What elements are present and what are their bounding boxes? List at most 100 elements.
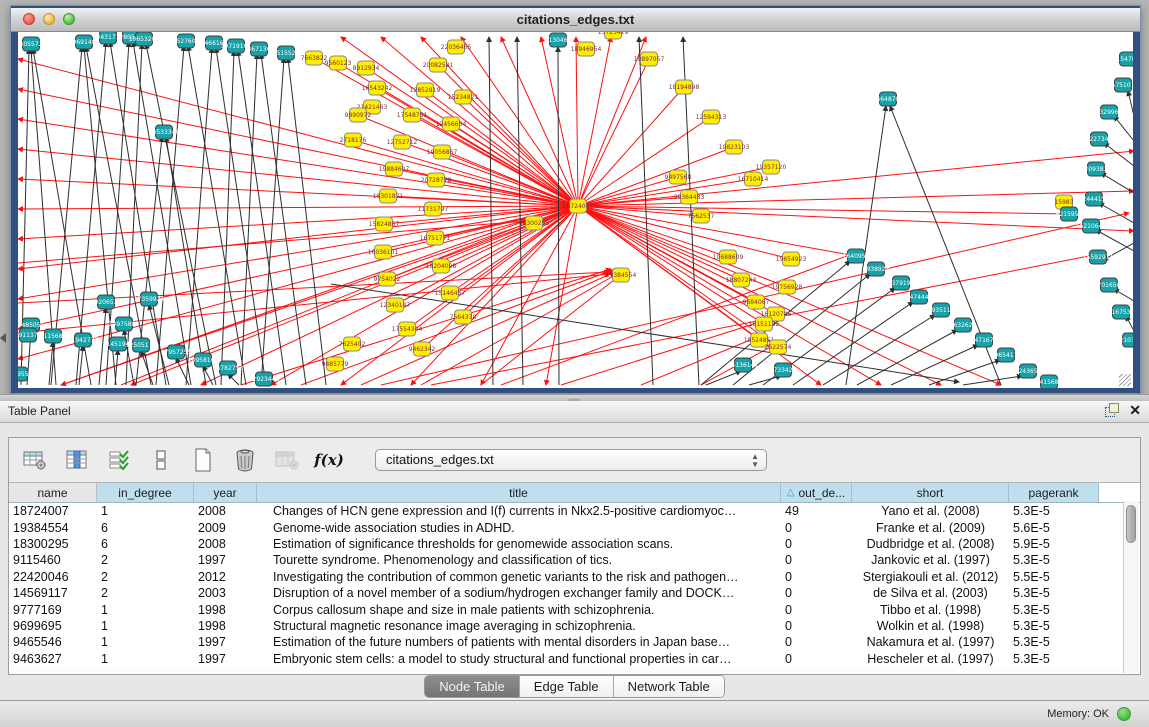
graph-node[interactable]: 16036101 [368, 245, 399, 259]
graph-node[interactable]: 16751771 [420, 231, 451, 245]
table-cell[interactable]: 2012 [194, 570, 257, 584]
graph-edge[interactable] [578, 147, 734, 206]
table-row[interactable]: 1830029562008Estimation of significance … [9, 536, 1140, 552]
table-settings-icon[interactable] [21, 445, 49, 475]
graph-node[interactable]: 9560123 [325, 56, 352, 70]
table-cell[interactable]: 0 [781, 553, 852, 567]
network-window-titlebar[interactable]: citations_edges.txt [11, 8, 1140, 32]
table-cell[interactable]: Franke et al. (2009) [852, 521, 1009, 535]
graph-edge[interactable] [106, 42, 129, 385]
graph-node[interactable]: 1167533 [1108, 305, 1133, 319]
graph-node[interactable]: 19056867 [427, 145, 458, 159]
graph-edge[interactable] [18, 206, 578, 299]
table-cell[interactable]: 9699695 [9, 619, 97, 633]
table-cell[interactable]: 0 [781, 652, 852, 666]
table-cell[interactable]: Jankovic et al. (1997) [852, 553, 1009, 567]
graph-node[interactable]: 18194898 [669, 80, 700, 94]
table-cell[interactable]: 9463627 [9, 652, 97, 666]
graph-node[interactable]: 20533346 [149, 125, 180, 139]
graph-node[interactable]: 17554344 [392, 322, 423, 336]
graph-edge[interactable] [1101, 173, 1133, 193]
graph-node[interactable]: 8938923 [863, 262, 890, 276]
graph-node[interactable]: 8471676 [971, 333, 998, 347]
table-cell[interactable]: 5.3E-5 [1009, 553, 1099, 567]
delete-table-icon[interactable] [231, 445, 259, 475]
graph-node[interactable]: 9329966 [1096, 105, 1123, 119]
table-cell[interactable]: 1 [97, 652, 194, 666]
table-cell[interactable]: Corpus callosum shape and size in male p… [257, 603, 781, 617]
graph-edge[interactable] [1114, 116, 1133, 141]
graph-node[interactable]: 14055724 [18, 37, 46, 51]
table-cell[interactable]: 0 [781, 570, 852, 584]
table-cell[interactable]: 5.3E-5 [1009, 619, 1099, 633]
graph-edge[interactable] [49, 342, 53, 385]
tab-network-table[interactable]: Network Table [614, 676, 724, 697]
graph-node[interactable]: 9227343 [1086, 132, 1113, 146]
horizontal-splitter[interactable] [0, 394, 1149, 401]
graph-node[interactable]: 16210643 [1076, 219, 1107, 233]
table-cell[interactable]: 5.3E-5 [1009, 504, 1099, 518]
table-cell[interactable]: 5.5E-5 [1009, 570, 1099, 584]
graph-edge[interactable] [578, 206, 821, 385]
graph-node[interactable]: 15723429 [598, 32, 629, 39]
graph-node[interactable]: 18946954 [571, 42, 602, 56]
graph-node[interactable]: 11942737 [68, 333, 99, 347]
table-row[interactable]: 1456911722003Disruption of a novel membe… [9, 585, 1140, 601]
table-cell[interactable]: 14569117 [9, 586, 97, 600]
table-cell[interactable]: 1 [97, 635, 194, 649]
graph-node[interactable]: 10688609 [713, 250, 744, 264]
table-cell[interactable]: 5.3E-5 [1009, 586, 1099, 600]
network-canvas[interactable]: 1405572420691406204317191280512410653287… [18, 32, 1133, 388]
graph-node[interactable]: 12444153 [1079, 192, 1110, 206]
graph-node[interactable]: 8912934 [353, 61, 380, 75]
graph-edge[interactable] [216, 48, 266, 385]
table-source-dropdown[interactable]: citations_edges.txt ▲▼ [375, 449, 767, 471]
graph-edge[interactable] [156, 46, 184, 385]
graph-node[interactable]: 20364483 [674, 190, 705, 204]
graph-node[interactable]: 12340147 [380, 298, 411, 312]
table-cell[interactable]: 2008 [194, 504, 257, 518]
table-cell[interactable]: 6 [97, 537, 194, 551]
graph-edge[interactable] [578, 151, 1133, 206]
graph-edge[interactable] [1104, 143, 1133, 166]
graph-node[interactable]: 19384554 [606, 268, 637, 282]
table-cell[interactable]: 1 [97, 504, 194, 518]
graph-node[interactable]: 20082581 [423, 58, 454, 72]
graph-edge[interactable] [188, 46, 246, 385]
graph-edge[interactable] [412, 115, 578, 206]
graph-node[interactable]: 12594313 [696, 110, 727, 124]
table-cell[interactable]: 2003 [194, 586, 257, 600]
graph-node[interactable]: 15751074 [1108, 78, 1133, 92]
column-select-icon[interactable] [63, 445, 91, 475]
graph-edge[interactable] [221, 51, 234, 385]
table-cell[interactable]: 9465546 [9, 635, 97, 649]
citation-network-graph[interactable]: 1405572420691406204317191280512410653287… [18, 32, 1133, 388]
table-row[interactable]: 977716911998Corpus callosum shape and si… [9, 601, 1140, 617]
graph-edge[interactable] [578, 206, 741, 280]
graph-edge[interactable] [481, 276, 619, 385]
graph-edge[interactable] [857, 330, 957, 385]
graph-node[interactable]: 19654923 [776, 252, 807, 266]
close-panel-icon[interactable]: ✕ [1129, 403, 1141, 417]
table-cell[interactable]: Tourette syndrome. Phenomenology and cla… [257, 553, 781, 567]
table-cell[interactable]: 6 [97, 521, 194, 535]
graph-edge[interactable] [241, 269, 611, 385]
table-cell[interactable]: 2 [97, 586, 194, 600]
scrollbar-thumb[interactable] [1126, 505, 1136, 543]
column-header-title[interactable]: title [257, 483, 781, 502]
graph-node[interactable]: 17548751 [397, 108, 428, 122]
table-cell[interactable]: Estimation of significance thresholds fo… [257, 537, 781, 551]
graph-node[interactable]: 18301871 [373, 189, 404, 203]
graph-edge[interactable] [578, 206, 764, 324]
tab-node-table[interactable]: Node Table [425, 676, 520, 697]
table-cell[interactable]: Changes of HCN gene expression and I(f) … [257, 504, 781, 518]
column-header-short[interactable]: short [852, 483, 1009, 502]
graph-edge[interactable] [18, 206, 578, 209]
table-cell[interactable]: Disruption of a novel member of a sodium… [257, 586, 781, 600]
table-cell[interactable]: 18724007 [9, 504, 97, 518]
table-row[interactable]: 1872400712008Changes of HCN gene express… [9, 503, 1140, 519]
graph-node[interactable]: 19823103 [719, 140, 750, 154]
table-cell[interactable]: Structural magnetic resonance image aver… [257, 619, 781, 633]
graph-edge[interactable] [541, 37, 578, 206]
graph-edge[interactable] [1128, 91, 1133, 116]
